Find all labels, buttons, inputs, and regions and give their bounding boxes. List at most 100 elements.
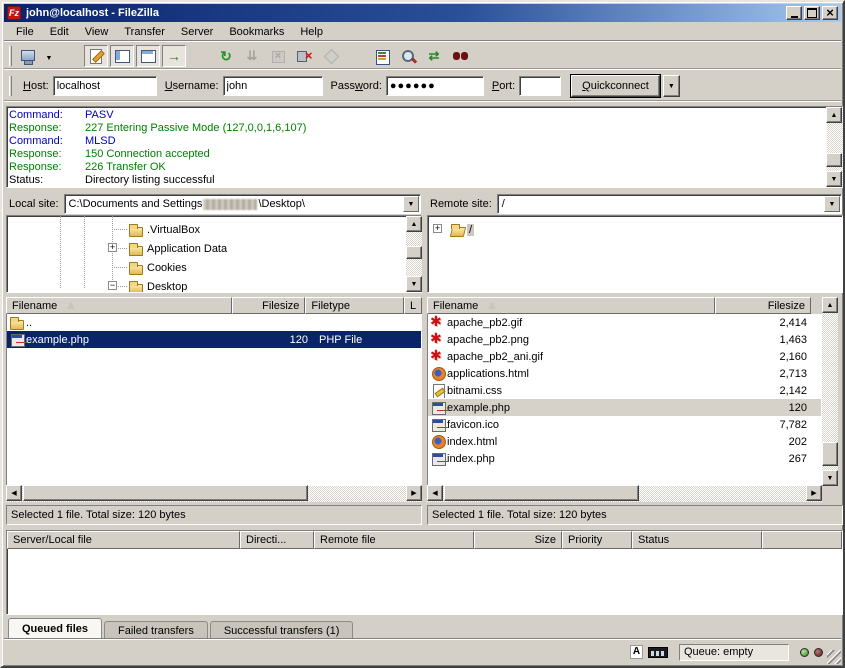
remote-list-scrollbar[interactable] <box>822 297 838 486</box>
remote-site-dropdown-icon[interactable] <box>824 196 840 212</box>
host-input[interactable] <box>53 76 157 96</box>
folder-icon <box>128 279 145 293</box>
column-header[interactable]: Size <box>474 531 562 549</box>
toolbar-button-cancel-operation[interactable] <box>266 45 290 67</box>
local-hscroll-right-icon[interactable] <box>406 485 422 501</box>
local-site-combobox[interactable]: C:\Documents and Settings\Desktop\ <box>64 194 421 214</box>
file-row[interactable]: index.php 267 <box>428 450 821 467</box>
remote-hscroll-thumb[interactable] <box>444 485 639 501</box>
toolbar-button-toggle-tree-views[interactable] <box>110 45 134 67</box>
file-row[interactable]: apache_pb2_ani.gif 2,160 <box>428 348 821 365</box>
remote-scroll-up-icon[interactable] <box>822 297 838 313</box>
toolbar-button-find-files[interactable] <box>448 45 472 67</box>
menu-view[interactable]: View <box>77 24 117 40</box>
column-header[interactable]: Filename <box>427 297 715 314</box>
php <box>9 332 26 347</box>
remote-scroll-down-icon[interactable] <box>822 470 838 486</box>
column-header[interactable]: Status <box>632 531 762 549</box>
quickconnect-button[interactable]: Quickconnect <box>571 75 660 97</box>
queue-tab[interactable]: Successful transfers (1) <box>210 621 354 640</box>
local-tree-item[interactable]: Cookies <box>7 258 421 277</box>
remote-hscroll-left-icon[interactable] <box>427 485 443 501</box>
window-resize-grip[interactable] <box>827 650 841 664</box>
password-input[interactable] <box>386 76 484 96</box>
column-header[interactable]: Filesize <box>232 297 305 314</box>
column-header[interactable]: Server/Local file <box>7 531 240 549</box>
username-input[interactable] <box>223 76 323 96</box>
toolbar-button-synchronized-browsing[interactable] <box>422 45 446 67</box>
quickconnect-dropdown-button[interactable] <box>663 75 680 97</box>
local-hscroll-thumb[interactable] <box>23 485 308 501</box>
queue-tab[interactable]: Queued files <box>8 618 102 640</box>
local-hscroll-left-icon[interactable] <box>6 485 22 501</box>
toolbar-button-disconnect[interactable] <box>292 45 316 67</box>
log-scroll-thumb[interactable] <box>826 153 842 167</box>
remote-list-hscrollbar[interactable] <box>427 486 822 502</box>
column-header[interactable]: Filename <box>6 297 232 314</box>
window-control-minimize[interactable] <box>786 6 802 20</box>
file-row[interactable]: example.php 120 PHP File 1 <box>7 331 421 348</box>
menu-bookmarks[interactable]: Bookmarks <box>221 24 292 40</box>
menu-edit[interactable]: Edit <box>42 24 77 40</box>
ascii-data-type-icon <box>630 645 643 659</box>
menu-file[interactable]: File <box>8 24 42 40</box>
local-site-dropdown-icon[interactable] <box>403 196 419 212</box>
local-tree-scroll-up-icon[interactable] <box>406 216 422 232</box>
column-header[interactable]: Remote file <box>314 531 474 549</box>
remote-hscroll-right-icon[interactable] <box>806 485 822 501</box>
title-bar[interactable]: Fz john@localhost - FileZilla <box>4 4 841 22</box>
file-row[interactable]: apache_pb2.png 1,463 <box>428 331 821 348</box>
log-scroll-down-icon[interactable] <box>826 171 842 187</box>
filezilla-app-icon: Fz <box>7 6 21 20</box>
column-header[interactable]: Filetype <box>305 297 404 314</box>
column-header[interactable]: Filesize <box>715 297 811 314</box>
tree-expander-icon[interactable]: + <box>433 224 442 233</box>
menu-help[interactable]: Help <box>292 24 331 40</box>
toolbar-button-reconnect[interactable] <box>318 45 342 67</box>
local-site-row: Local site: C:\Documents and Settings\De… <box>9 194 421 214</box>
file-row[interactable]: favicon.ico 7,782 <box>428 416 821 433</box>
local-tree-scroll-down-icon[interactable] <box>406 276 422 292</box>
local-tree-scroll-thumb[interactable] <box>406 246 422 259</box>
toolbar-button-toggle-remote-tree[interactable] <box>136 45 160 67</box>
column-header[interactable]: L <box>404 297 422 314</box>
local-site-label: Local site: <box>9 198 59 210</box>
toolbar-button-filter[interactable] <box>370 45 394 67</box>
tree-expander-icon[interactable]: + <box>108 243 117 252</box>
reconnect <box>322 48 339 64</box>
toolbar-button-process-queue[interactable] <box>240 45 264 67</box>
local-tree-item[interactable]: − Desktop <box>7 277 421 293</box>
remote-tree-item[interactable]: + / <box>428 220 842 239</box>
toolbar-button-toggle-transfer-queue[interactable] <box>162 45 186 67</box>
toolbar-button-site-manager[interactable] <box>16 45 40 67</box>
toolbar-button-compare-directories[interactable] <box>396 45 420 67</box>
file-row[interactable]: index.html 202 <box>428 433 821 450</box>
filter <box>374 48 391 64</box>
local-list-hscrollbar[interactable] <box>6 486 422 502</box>
remote-scroll-thumb[interactable] <box>822 442 838 466</box>
file-row[interactable]: example.php 120 <box>428 399 821 416</box>
window-control-close[interactable] <box>822 6 838 20</box>
log-scroll-up-icon[interactable] <box>826 107 842 123</box>
log-scrollbar[interactable] <box>827 107 843 187</box>
toolbar-button-refresh[interactable] <box>214 45 238 67</box>
file-row[interactable]: .. <box>7 314 421 331</box>
toolbar-button-toggle-message-log[interactable] <box>84 45 108 67</box>
php <box>430 451 447 466</box>
queue-tab[interactable]: Failed transfers <box>104 621 208 640</box>
port-input[interactable] <box>519 76 561 96</box>
window-control-maximize[interactable] <box>804 6 820 20</box>
local-tree-item[interactable]: .VirtualBox <box>7 220 421 239</box>
toolbar-button-site-manager-dropdown[interactable] <box>42 45 56 67</box>
file-row[interactable]: apache_pb2.gif 2,414 <box>428 314 821 331</box>
tree-expander-icon[interactable]: − <box>108 281 117 290</box>
remote-site-combobox[interactable]: / <box>497 194 842 214</box>
file-row[interactable]: applications.html 2,713 <box>428 365 821 382</box>
file-row[interactable]: bitnami.css 2,142 <box>428 382 821 399</box>
column-header[interactable]: Directi... <box>240 531 314 549</box>
local-tree-item[interactable]: + Application Data <box>7 239 421 258</box>
menu-transfer[interactable]: Transfer <box>116 24 173 40</box>
column-header[interactable]: Priority <box>562 531 632 549</box>
local-tree-scrollbar[interactable] <box>406 216 422 292</box>
menu-server[interactable]: Server <box>173 24 221 40</box>
